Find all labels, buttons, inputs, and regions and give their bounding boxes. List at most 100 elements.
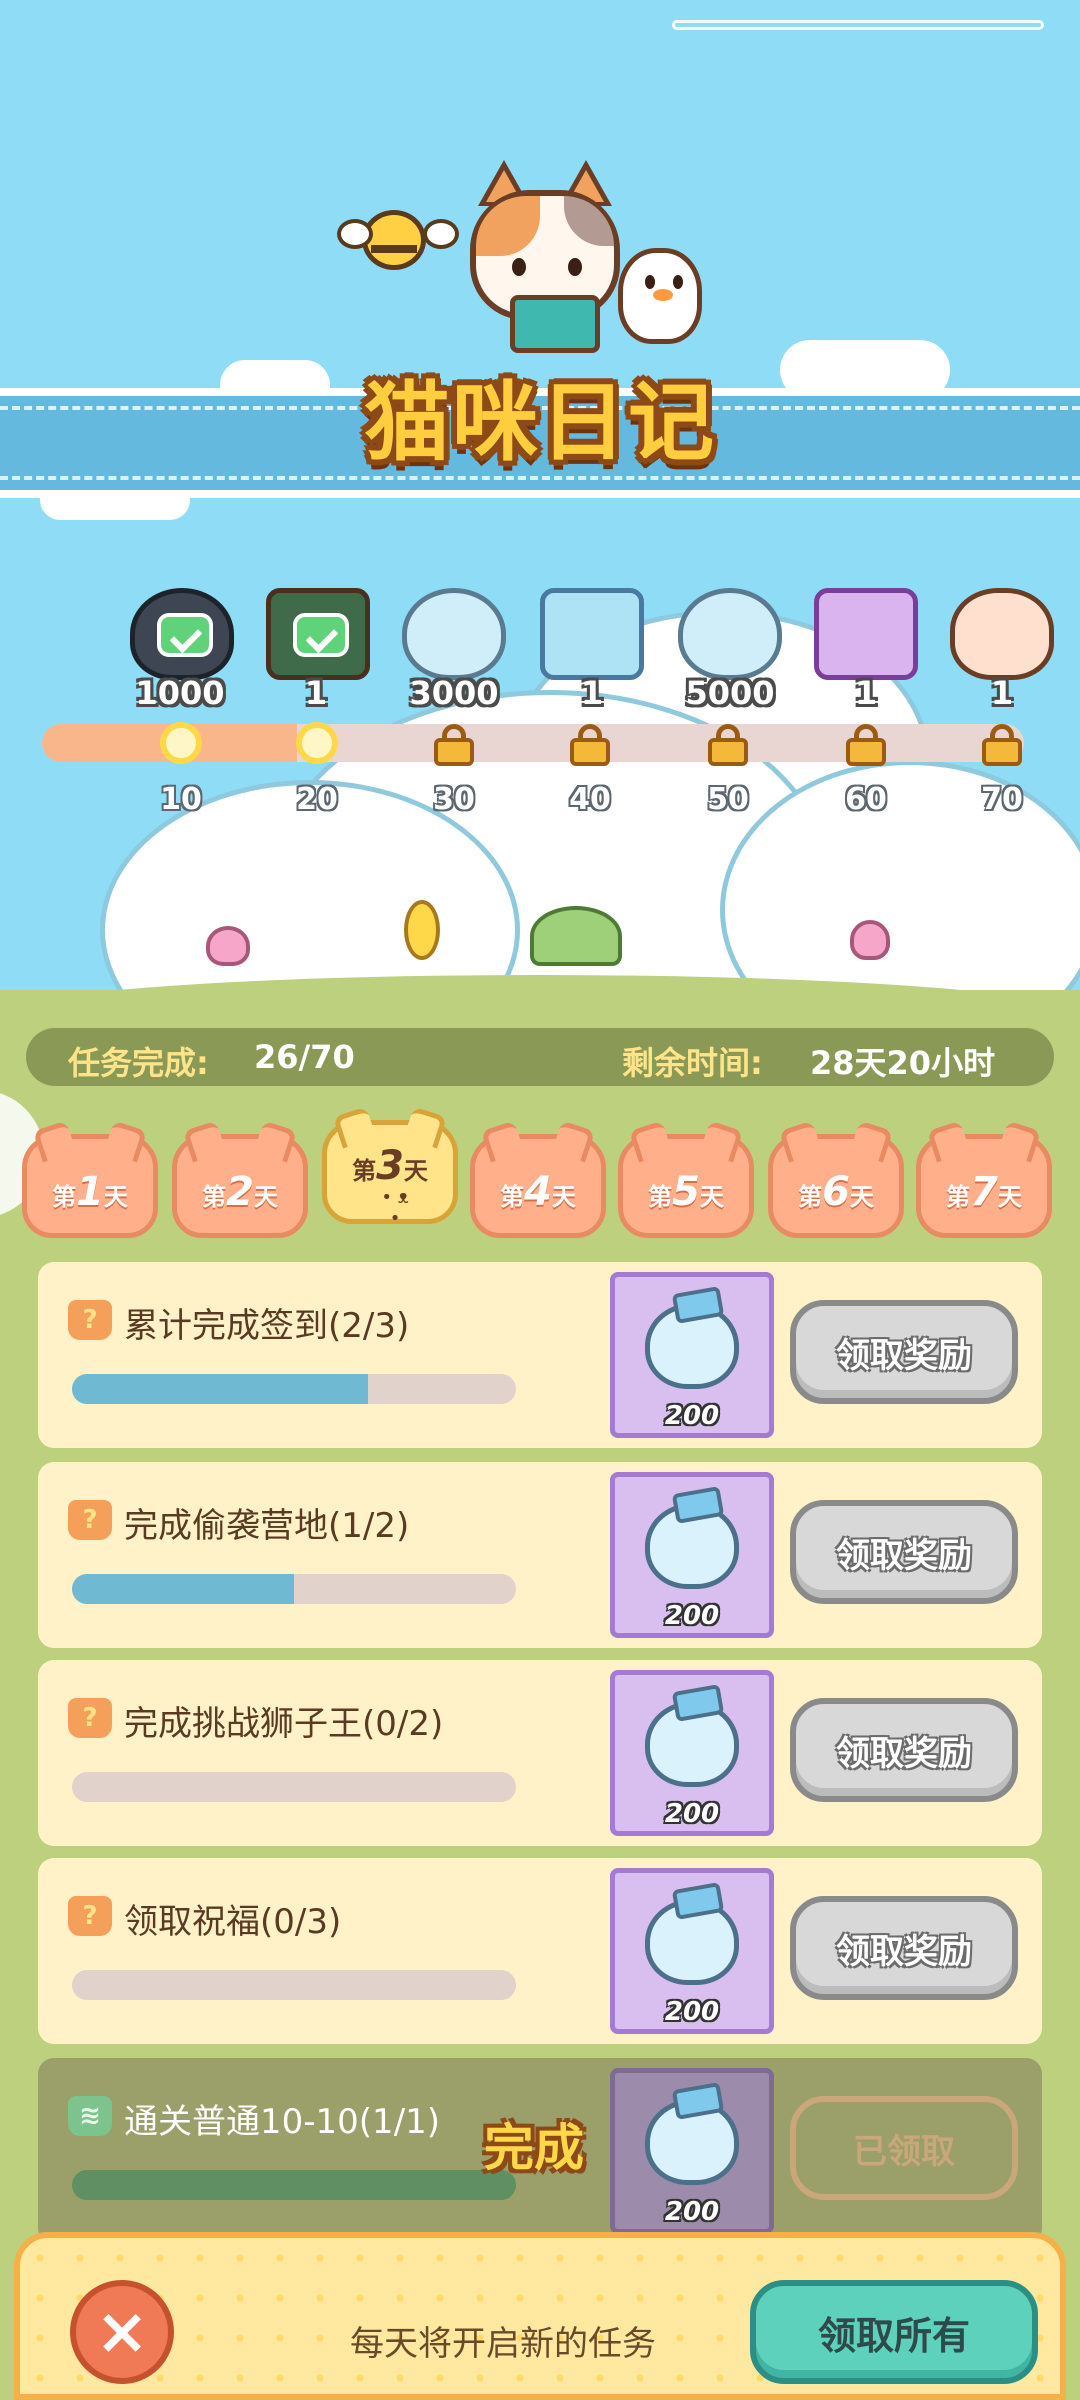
task-reward: 200 (610, 1868, 774, 2034)
reward-count: 1 (854, 674, 878, 712)
milestone-label: 20 (296, 782, 338, 817)
tab-day-1[interactable]: 第1天 (22, 1134, 158, 1238)
claim-reward-button[interactable]: 领取奖励 (790, 1500, 1018, 1604)
check-icon (157, 613, 213, 657)
cat-face-icon: • ᴥ • (381, 1187, 409, 1229)
gem-bag-icon[interactable] (402, 588, 506, 680)
milestone-label: 60 (845, 782, 887, 817)
task-progress-bar (72, 1374, 516, 1404)
close-icon[interactable]: × (70, 2280, 174, 2384)
claim-reward-button[interactable]: 领取奖励 (790, 1300, 1018, 1404)
task-reward: 200 (610, 2068, 774, 2234)
reward-count: 1000 (135, 674, 225, 712)
claimed-button: 已领取 (790, 2096, 1018, 2200)
task-progress-bar (72, 2170, 516, 2200)
task-title: 通关普通10-10(1/1) (124, 2102, 441, 2142)
task-row: ? 完成偷袭营地(1/2) 200 领取奖励 (38, 1462, 1042, 1648)
milestone-reached-icon (160, 722, 202, 764)
gem-bag-icon (645, 1503, 739, 1589)
time-remaining-label: 剩余时间: (622, 1044, 763, 1082)
task-complete-label: 任务完成: (68, 1044, 209, 1082)
completed-shield-icon: ≋ (68, 2096, 112, 2136)
task-row: ? 完成挑战狮子王(0/2) 200 领取奖励 (38, 1660, 1042, 1846)
claim-all-button[interactable]: 领取所有 (750, 2280, 1038, 2384)
lock-icon (846, 724, 886, 766)
page-title: 猫咪日记 (364, 373, 716, 473)
header-scene: 猫咪日记 1000 1 3000 1 5000 1 1 10 20 30 40 … (0, 0, 1080, 990)
milestone-label: 70 (981, 782, 1023, 817)
check-icon (293, 613, 349, 657)
question-icon: ? (68, 1896, 112, 1936)
reward-amount: 200 (664, 2197, 720, 2227)
gem-bag-icon (645, 1899, 739, 1985)
milestone-reached-icon (296, 722, 338, 764)
claim-reward-button[interactable]: 领取奖励 (790, 1698, 1018, 1802)
blue-chest-icon[interactable] (540, 588, 644, 680)
tulip-icon (850, 920, 890, 960)
reward-amount: 200 (664, 1997, 720, 2027)
lock-icon (982, 724, 1022, 766)
question-icon: ? (68, 1300, 112, 1340)
bee-mascot-icon (337, 210, 459, 270)
gem-bag-icon (645, 1303, 739, 1389)
chick-mascot-icon (618, 248, 702, 344)
reward-count: 3000 (409, 674, 499, 712)
grass-tuft-icon (530, 906, 622, 966)
time-remaining-value: 28天20小时 (810, 1044, 996, 1082)
task-progress-fill (72, 1574, 294, 1604)
milestone-label: 10 (160, 782, 202, 817)
daily-tasks-note: 每天将开启新的任务 (350, 2324, 656, 2364)
milestone-label: 40 (569, 782, 611, 817)
task-reward: 200 (610, 1472, 774, 1638)
task-row-completed: ≋ 通关普通10-10(1/1) 完成 200 已领取 (38, 2058, 1042, 2244)
day-tabs: 第1天 第2天 第3天 • ᴥ • 第4天 第5天 第6天 第7天 (22, 1120, 1062, 1238)
lock-icon (708, 724, 748, 766)
reward-count: 1 (304, 674, 328, 712)
task-row: ? 累计完成签到(2/3) 200 领取奖励 (38, 1262, 1042, 1448)
task-title: 完成偷袭营地(1/2) (124, 1506, 410, 1546)
reward-track-icons (0, 588, 1080, 688)
status-strip: 任务完成: 26/70 剩余时间: 28天20小时 (26, 1028, 1054, 1086)
question-icon: ? (68, 1698, 112, 1738)
task-progress-fill (72, 2170, 516, 2200)
reward-count: 1 (580, 674, 604, 712)
lock-icon (434, 724, 474, 766)
lock-icon (570, 724, 610, 766)
purple-chest-icon[interactable] (814, 588, 918, 680)
task-title: 完成挑战狮子王(0/2) (124, 1704, 444, 1744)
status-bar-pill (672, 20, 1044, 30)
gem-bag-icon[interactable] (678, 588, 782, 680)
tab-day-3[interactable]: 第3天 • ᴥ • (322, 1120, 458, 1229)
cat-avatar-icon[interactable] (950, 588, 1054, 680)
reward-count: 1 (990, 674, 1014, 712)
task-complete-value: 26/70 (254, 1038, 355, 1076)
tab-day-7[interactable]: 第7天 (916, 1134, 1052, 1238)
task-reward: 200 (610, 1670, 774, 1836)
task-title: 领取祝福(0/3) (124, 1902, 342, 1942)
claim-reward-button[interactable]: 领取奖励 (790, 1896, 1018, 2000)
task-row: ? 领取祝福(0/3) 200 领取奖励 (38, 1858, 1042, 2044)
milestone-label: 30 (433, 782, 475, 817)
book-icon (510, 295, 600, 353)
gem-bag-icon (645, 1701, 739, 1787)
task-title: 累计完成签到(2/3) (124, 1306, 410, 1346)
green-chest-icon[interactable] (266, 588, 370, 680)
task-progress-bar (72, 1772, 516, 1802)
task-progress-bar (72, 1970, 516, 2000)
reward-amount: 200 (664, 1799, 720, 1829)
reward-amount: 200 (664, 1601, 720, 1631)
reward-count: 5000 (685, 674, 775, 712)
completed-stamp: 完成 (484, 2119, 584, 2177)
tab-day-5[interactable]: 第5天 (618, 1134, 754, 1238)
task-reward: 200 (610, 1272, 774, 1438)
gem-pile-icon[interactable] (130, 588, 234, 680)
tab-day-6[interactable]: 第6天 (768, 1134, 904, 1238)
task-progress-fill (72, 1374, 369, 1404)
reward-amount: 200 (664, 1401, 720, 1431)
tulip-icon (206, 926, 250, 966)
question-icon: ? (68, 1500, 112, 1540)
tab-day-4[interactable]: 第4天 (470, 1134, 606, 1238)
milestone-label: 50 (707, 782, 749, 817)
tab-day-2[interactable]: 第2天 (172, 1134, 308, 1238)
corn-flower-icon (404, 900, 440, 960)
